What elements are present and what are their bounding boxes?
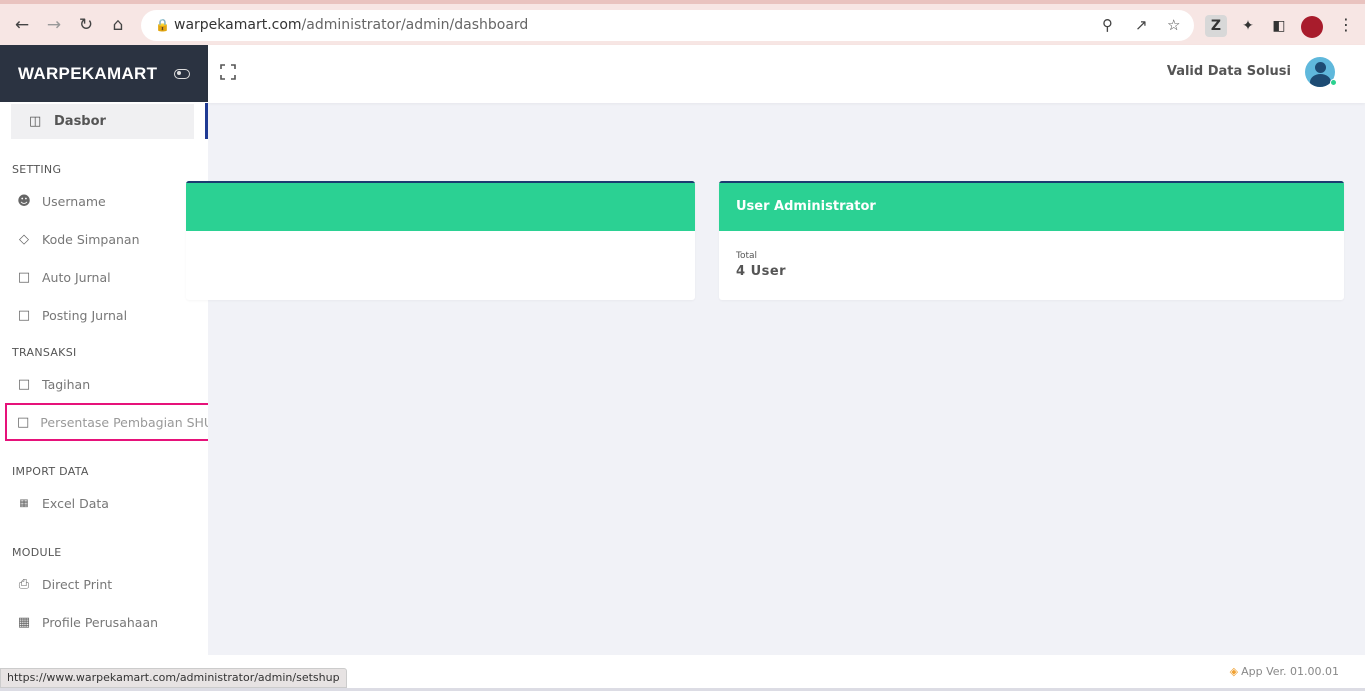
file-icon: □ <box>17 269 31 285</box>
card-header <box>186 181 695 231</box>
sidebar-toggle-icon[interactable] <box>174 68 190 79</box>
sidebar-item-label: Dasbor <box>54 114 106 129</box>
bookmark-star-icon[interactable]: ☆ <box>1167 16 1180 34</box>
section-import-data: IMPORT DATA <box>12 465 89 478</box>
app-version: ◈ App Ver. 01.00.01 <box>1230 665 1339 678</box>
share-icon[interactable]: ↗ <box>1135 16 1148 34</box>
side-panel-icon[interactable]: ◧ <box>1268 15 1290 37</box>
sidebar-item-posting-jurnal[interactable]: □ Posting Jurnal <box>0 296 208 334</box>
sidebar-item-label: Tagihan <box>42 376 91 392</box>
sidebar-item-direct-print[interactable]: ⎙ Direct Print <box>0 565 208 603</box>
sidebar-item-label: Direct Print <box>42 576 113 592</box>
dashboard-icon: ◫ <box>29 114 42 129</box>
sidebar-item-profile-perusahaan[interactable]: ▦ Profile Perusahaan <box>0 603 208 641</box>
sidebar-item-username[interactable]: ☻ Username <box>0 182 208 220</box>
card-value: 4 User <box>736 264 787 279</box>
sidebar-item-label: Excel Data <box>42 495 109 511</box>
lock-icon: 🔒 <box>155 18 170 32</box>
card-user-administrator: User Administrator Total 4 User <box>719 181 1344 300</box>
user-icon: ☻ <box>17 193 31 209</box>
extension-z-icon[interactable]: Z <box>1205 15 1227 37</box>
layers-icon: ◈ <box>1229 665 1239 678</box>
user-name[interactable]: Valid Data Solusi <box>1167 64 1291 79</box>
app-version-text: App Ver. 01.00.01 <box>1241 665 1339 678</box>
reload-icon[interactable]: ↻ <box>74 13 98 37</box>
file-icon: □ <box>17 376 31 392</box>
sidebar-item-label: Posting Jurnal <box>42 307 128 323</box>
url-host: warpekamart.com <box>174 17 302 33</box>
printer-icon: ⎙ <box>18 576 30 592</box>
status-bar-url: https://www.warpekamart.com/administrato… <box>0 668 347 688</box>
sidebar-item-kode-simpanan[interactable]: ◇ Kode Simpanan <box>0 220 208 258</box>
sidebar-item-persentase-pembagian-shu[interactable]: □ Persentase Pembagian SHU <box>5 403 208 441</box>
sidebar-item-excel-data[interactable]: ▦ Excel Data <box>0 484 208 522</box>
browser-toolbar: ← → ↻ ⌂ 🔒 warpekamart.com/administrator/… <box>0 0 1365 45</box>
sidebar-item-label: Profile Perusahaan <box>42 614 159 630</box>
section-setting: SETTING <box>12 163 62 176</box>
url-path: /administrator/admin/dashboard <box>301 17 529 33</box>
brand-name: WARPEKAMART <box>18 63 158 83</box>
building-icon: ▦ <box>17 614 31 630</box>
zoom-icon[interactable]: ⚲ <box>1102 16 1113 34</box>
home-icon[interactable]: ⌂ <box>106 13 130 37</box>
card-left <box>186 181 695 300</box>
card-title: User Administrator <box>719 181 1344 231</box>
file-icon: □ <box>17 307 31 323</box>
back-icon[interactable]: ← <box>10 13 34 37</box>
profile-avatar-icon[interactable] <box>1301 16 1323 38</box>
section-module: MODULE <box>12 546 62 559</box>
sidebar-item-label: Username <box>42 193 106 209</box>
sidebar-brand: WARPEKAMART <box>0 45 208 102</box>
section-transaksi: TRANSAKSI <box>12 346 77 359</box>
topbar: Valid Data Solusi <box>208 45 1365 103</box>
sidebar-item-label: Auto Jurnal <box>42 269 111 285</box>
card-label: Total <box>736 251 758 261</box>
sidebar-item-auto-jurnal[interactable]: □ Auto Jurnal <box>0 258 208 296</box>
sidebar-item-label: Persentase Pembagian SHU <box>40 414 208 430</box>
tag-icon: ◇ <box>19 231 29 247</box>
sidebar-item-dasbor[interactable]: ◫ Dasbor <box>11 104 194 139</box>
sidebar-item-label: Kode Simpanan <box>42 231 140 247</box>
online-status-icon <box>1330 79 1337 86</box>
forward-icon[interactable]: → <box>42 13 66 37</box>
sidebar-item-tagihan[interactable]: □ Tagihan <box>0 365 208 403</box>
excel-icon: ▦ <box>19 497 29 509</box>
active-indicator <box>205 103 208 139</box>
fullscreen-icon[interactable] <box>220 64 236 80</box>
address-bar[interactable]: 🔒 warpekamart.com/administrator/admin/da… <box>141 10 1194 41</box>
url-text: warpekamart.com/administrator/admin/dash… <box>174 17 528 33</box>
file-icon: □ <box>17 414 30 430</box>
extensions-puzzle-icon[interactable]: ✦ <box>1237 15 1259 37</box>
sidebar: WARPEKAMART ◫ Dasbor SETTING ☻ Username … <box>0 45 208 665</box>
browser-menu-icon[interactable]: ⋮ <box>1338 15 1354 34</box>
